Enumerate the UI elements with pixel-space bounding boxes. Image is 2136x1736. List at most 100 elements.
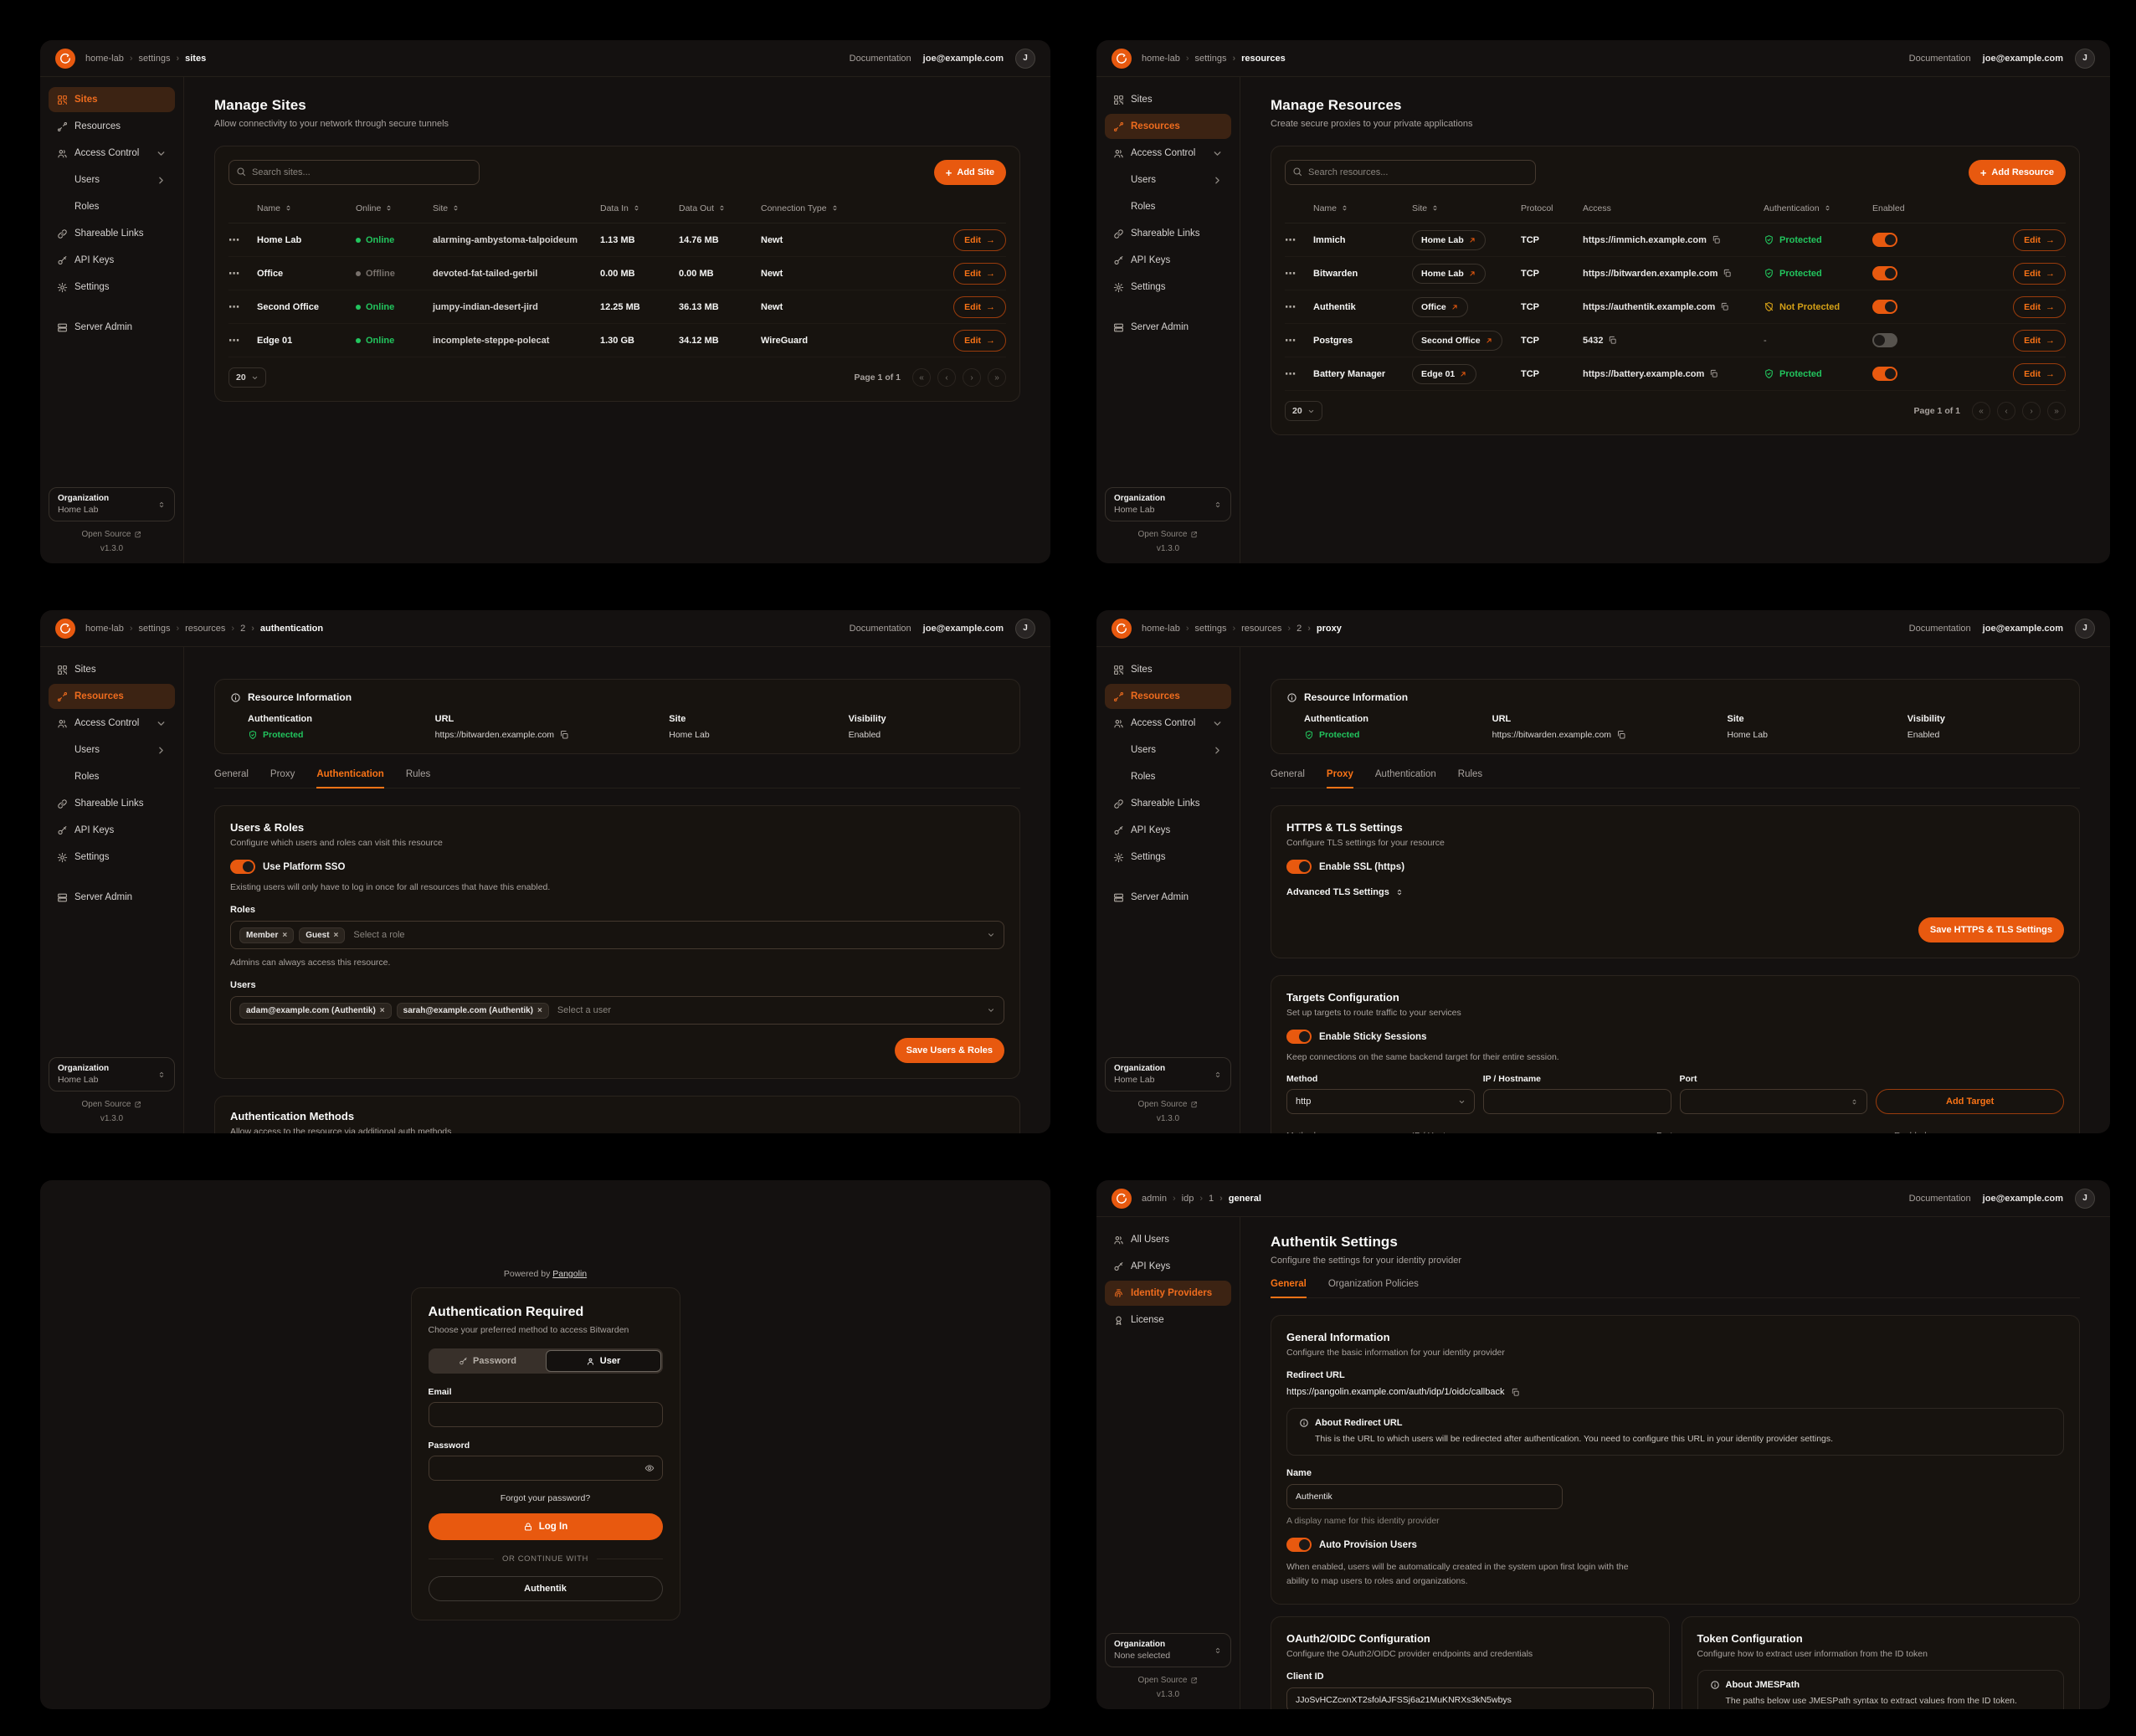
breadcrumb-item[interactable]: home-lab [1142, 624, 1180, 634]
row-actions-button[interactable] [1285, 234, 1313, 247]
copy-icon[interactable] [1511, 1388, 1520, 1397]
sidebar-item[interactable]: Users [1105, 737, 1231, 763]
organization-picker[interactable]: OrganizationHome Lab [1105, 1057, 1231, 1091]
tab[interactable]: Proxy [1327, 769, 1353, 788]
tab[interactable]: Authentication [1375, 769, 1436, 788]
sidebar-item[interactable]: API Keys [49, 818, 175, 843]
edit-button[interactable]: Edit [953, 296, 1006, 318]
column-header[interactable]: Online [356, 203, 433, 213]
breadcrumb-item[interactable]: resources [170, 624, 225, 634]
copy-icon[interactable] [1608, 336, 1617, 345]
save-tls-button[interactable]: Save HTTPS & TLS Settings [1918, 917, 2064, 942]
first-page-button[interactable] [1972, 402, 1990, 420]
copy-icon[interactable] [1616, 730, 1626, 740]
spinner-icon[interactable] [1851, 1098, 1858, 1106]
breadcrumb-item[interactable]: authentication [245, 624, 323, 634]
sidebar-item[interactable]: Access Control [1105, 711, 1231, 736]
sidebar-item[interactable]: API Keys [49, 248, 175, 273]
avatar[interactable]: J [1015, 619, 1035, 639]
sidebar-item[interactable]: Roles [1105, 194, 1231, 219]
add-target-button[interactable]: Add Target [1876, 1089, 2064, 1114]
column-header[interactable]: Connection Type [761, 203, 886, 213]
breadcrumb-item[interactable]: 1 [1194, 1194, 1214, 1204]
enable-ssl-toggle[interactable] [1286, 860, 1312, 874]
sidebar-item[interactable]: Sites [1105, 87, 1231, 112]
breadcrumb-item[interactable]: settings [124, 624, 171, 634]
breadcrumb-item[interactable]: resources [1226, 624, 1281, 634]
sidebar-item[interactable]: Roles [49, 764, 175, 789]
user-email[interactable]: joe@example.com [1983, 624, 2063, 634]
row-actions-button[interactable] [228, 300, 257, 314]
edit-button[interactable]: Edit [2013, 330, 2066, 352]
sidebar-item[interactable]: Settings [49, 275, 175, 300]
row-actions-button[interactable] [1285, 367, 1313, 381]
last-page-button[interactable] [2047, 402, 2066, 420]
sidebar-item[interactable]: All Users [1105, 1227, 1231, 1252]
breadcrumb[interactable]: home-labsettingssites [85, 54, 206, 64]
sidebar-item[interactable]: Sites [1105, 657, 1231, 682]
column-header[interactable]: Name [1313, 203, 1412, 213]
organization-picker[interactable]: OrganizationHome Lab [49, 1057, 175, 1091]
first-page-button[interactable] [912, 368, 931, 387]
sidebar-item[interactable]: Users [49, 737, 175, 763]
enabled-toggle[interactable] [1872, 333, 1897, 347]
tab[interactable]: Organization Policies [1328, 1279, 1419, 1298]
search-input[interactable] [228, 160, 480, 185]
sidebar-item[interactable]: Roles [1105, 764, 1231, 789]
breadcrumb[interactable]: home-labsettingsresources2proxy [1142, 624, 1342, 634]
page-size-select[interactable]: 20 [228, 367, 266, 388]
site-link[interactable]: Office [1412, 297, 1468, 317]
site-link[interactable]: Second Office [1412, 331, 1502, 351]
pangolin-logo-icon[interactable] [1112, 619, 1132, 639]
open-source-link[interactable]: Open Source [1138, 1676, 1199, 1685]
sidebar-item[interactable]: Shareable Links [1105, 791, 1231, 816]
open-source-link[interactable]: Open Source [82, 530, 142, 539]
organization-picker[interactable]: OrganizationHome Lab [49, 487, 175, 521]
sidebar-item[interactable]: Access Control [49, 711, 175, 736]
sidebar-item[interactable]: Server Admin [49, 885, 175, 910]
edit-button[interactable]: Edit [953, 229, 1006, 251]
jmespath-link[interactable]: Learn more about JMESPath [1726, 1708, 1851, 1709]
tab[interactable]: General [1271, 769, 1305, 788]
sidebar-item[interactable]: Server Admin [1105, 885, 1231, 910]
sidebar-item[interactable]: License [1105, 1307, 1231, 1333]
open-source-link[interactable]: Open Source [1138, 1100, 1199, 1109]
tab[interactable]: Rules [1458, 769, 1482, 788]
hostname-input[interactable] [1483, 1089, 1671, 1114]
avatar[interactable]: J [2075, 1189, 2095, 1209]
breadcrumb-item[interactable]: home-lab [85, 624, 124, 634]
page-size-select[interactable]: 20 [1285, 401, 1322, 421]
save-users-roles-button[interactable]: Save Users & Roles [895, 1038, 1004, 1063]
sidebar-item[interactable]: API Keys [1105, 248, 1231, 273]
documentation-link[interactable]: Documentation [850, 624, 911, 634]
pangolin-logo-icon[interactable] [55, 619, 75, 639]
copy-icon[interactable] [1720, 302, 1729, 311]
breadcrumb-item[interactable]: settings [124, 54, 171, 64]
sidebar-item[interactable]: Settings [49, 845, 175, 870]
sidebar-item[interactable]: Shareable Links [49, 221, 175, 246]
column-header[interactable]: Data Out [679, 203, 761, 213]
remove-chip-icon[interactable] [282, 931, 287, 940]
auto-provision-toggle[interactable] [1286, 1538, 1312, 1552]
column-header[interactable]: Authentication [1764, 203, 1872, 213]
column-header[interactable]: Protocol [1521, 203, 1583, 213]
breadcrumb-item[interactable]: proxy [1302, 624, 1342, 634]
email-field[interactable] [429, 1402, 663, 1427]
site-link[interactable]: Edge 01 [1412, 364, 1476, 384]
sidebar-item[interactable]: API Keys [1105, 1254, 1231, 1279]
tab[interactable]: Proxy [270, 769, 295, 788]
login-button[interactable]: Log In [429, 1513, 663, 1540]
sidebar-item[interactable]: Settings [1105, 275, 1231, 300]
copy-icon[interactable] [1712, 235, 1721, 244]
breadcrumb[interactable]: adminidp1general [1142, 1194, 1261, 1204]
sidebar-item[interactable]: Resources [49, 684, 175, 709]
prev-page-button[interactable] [1997, 402, 2015, 420]
platform-sso-toggle[interactable] [230, 860, 255, 874]
tab[interactable]: General [1271, 1279, 1307, 1298]
breadcrumb-item[interactable]: 2 [1281, 624, 1302, 634]
sidebar-item[interactable]: Access Control [49, 141, 175, 166]
remove-chip-icon[interactable] [537, 1006, 542, 1015]
sidebar-item[interactable]: Server Admin [1105, 315, 1231, 340]
copy-icon[interactable] [1723, 269, 1732, 278]
sidebar-item[interactable]: Sites [49, 657, 175, 682]
